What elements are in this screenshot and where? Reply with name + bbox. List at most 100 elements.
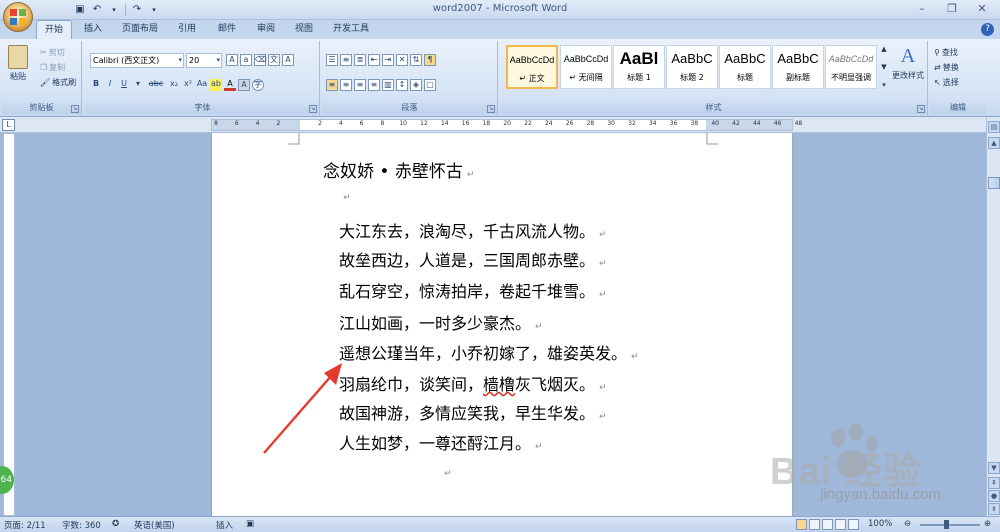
style-subtitle[interactable]: AaBbC 副标题 <box>772 45 824 89</box>
italic-icon[interactable]: I <box>104 79 116 91</box>
numbering-icon[interactable]: ≡ <box>340 54 352 66</box>
line-spacing-icon[interactable]: ↕ <box>396 79 408 91</box>
poem-line[interactable]: 遥想公瑾当年，小乔初嫁了，雄姿英发。 ↵ <box>339 340 639 364</box>
shading-icon[interactable]: ◈ <box>410 79 422 91</box>
enclose-char-icon[interactable]: 字 <box>252 79 264 91</box>
zoom-level[interactable]: 100% <box>868 519 892 529</box>
distribute-icon[interactable]: ▥ <box>382 79 394 91</box>
clipboard-launcher-icon[interactable]: ↘ <box>71 105 79 113</box>
cut-button[interactable]: ✂ 剪切 <box>40 44 65 60</box>
align-center-icon[interactable]: ≡ <box>340 79 352 91</box>
clear-format-icon[interactable]: ⌫ <box>254 54 266 66</box>
more-styles-icon[interactable]: ▾ <box>882 81 886 89</box>
print-layout-icon[interactable] <box>796 519 807 530</box>
scrollbar-thumb[interactable] <box>988 177 1000 189</box>
font-color-icon[interactable]: A <box>224 79 236 91</box>
minimize-button[interactable]: – <box>908 1 936 17</box>
proofing-icon[interactable]: ✪ <box>112 519 119 529</box>
web-layout-icon[interactable] <box>822 519 833 530</box>
style-heading-1[interactable]: AaBl 标题 1 <box>613 45 665 89</box>
style-subtle-emphasis[interactable]: AaBbCcDd 不明显强调 <box>825 45 877 89</box>
grow-font-icon[interactable]: A <box>226 54 238 66</box>
find-button[interactable]: ⚲ 查找 <box>934 44 958 60</box>
bold-icon[interactable]: B <box>90 79 102 91</box>
tab-view[interactable]: 视图 <box>287 20 321 39</box>
scroll-up-icon[interactable]: ▲ <box>881 45 886 53</box>
full-screen-reading-icon[interactable] <box>809 519 820 530</box>
poem-line[interactable]: 故垒西边，人道是，三国周郎赤壁。 ↵ <box>339 247 607 271</box>
increase-indent-icon[interactable]: ⇥ <box>382 54 394 66</box>
tab-home[interactable]: 开始 <box>36 20 73 39</box>
sort-icon[interactable]: ⇅ <box>410 54 422 66</box>
document-title[interactable]: 念奴娇 • 赤壁怀古 ↵ <box>323 157 474 182</box>
tab-page-layout[interactable]: 页面布局 <box>114 20 166 39</box>
poem-line[interactable]: 乱石穿空，惊涛拍岸，卷起千堆雪。 ↵ <box>339 278 607 302</box>
empty-paragraph[interactable]: ↵ <box>440 469 452 479</box>
spell-error-text[interactable]: 樯橹 <box>483 375 515 394</box>
style-title[interactable]: AaBbC 标题 <box>719 45 771 89</box>
multilevel-list-icon[interactable]: ≣ <box>354 54 366 66</box>
phonetic-guide-icon[interactable]: 文 <box>268 54 280 66</box>
zoom-in-icon[interactable]: ⊕ <box>984 519 991 529</box>
borders-icon[interactable]: ▢ <box>424 79 436 91</box>
underline-icon[interactable]: U <box>118 79 130 91</box>
select-button[interactable]: ↖ 选择 <box>934 74 959 90</box>
tab-insert[interactable]: 插入 <box>76 20 110 39</box>
poem-line[interactable]: 江山如画，一时多少豪杰。 ↵ <box>339 310 543 334</box>
format-painter-button[interactable]: 🖌 格式刷 <box>40 74 76 90</box>
style-no-spacing[interactable]: AaBbCcDd ↵ 无间隔 <box>560 45 612 89</box>
style-heading-2[interactable]: AaBbC 标题 2 <box>666 45 718 89</box>
macro-record-icon[interactable]: ▣ <box>246 519 254 529</box>
copy-button[interactable]: ❐ 复制 <box>40 59 65 75</box>
paragraph-launcher-icon[interactable]: ↘ <box>487 105 495 113</box>
font-launcher-icon[interactable]: ↘ <box>309 105 317 113</box>
highlight-icon[interactable]: ab <box>210 79 222 91</box>
styles-launcher-icon[interactable]: ↘ <box>917 105 925 113</box>
language[interactable]: 英语(美国) <box>134 519 175 531</box>
outline-icon[interactable] <box>835 519 846 530</box>
tab-references[interactable]: 引用 <box>170 20 204 39</box>
document-page[interactable]: 念奴娇 • 赤壁怀古 ↵ ↵ 大江东去，浪淘尽，千古风流人物。 ↵ 故垒西边，人道是… <box>211 133 793 516</box>
style-normal[interactable]: AaBbCcDd ↵ 正文 <box>506 45 558 89</box>
view-ruler-icon[interactable]: ▤ <box>988 121 1000 133</box>
paste-button[interactable]: 粘贴 <box>8 45 28 87</box>
superscript-icon[interactable]: x² <box>182 79 194 91</box>
underline-dropdown-icon[interactable]: ▾ <box>132 79 144 91</box>
scroll-down-icon[interactable]: ▼ <box>881 63 886 71</box>
font-size-combo[interactable]: 20 <box>186 53 222 68</box>
office-button[interactable] <box>3 2 33 32</box>
poem-line[interactable]: 羽扇纶巾，谈笑间，樯橹灰飞烟灭。 ↵ <box>339 371 607 395</box>
draft-icon[interactable] <box>848 519 859 530</box>
poem-line[interactable]: 大江东去，浪淘尽，千古风流人物。 ↵ <box>339 218 607 242</box>
help-icon[interactable]: ? <box>981 23 994 36</box>
close-button[interactable]: ✕ <box>968 1 996 17</box>
font-name-combo[interactable]: Calibri (西文正文) <box>90 53 184 68</box>
empty-paragraph[interactable]: ↵ <box>339 193 351 203</box>
align-right-icon[interactable]: ≡ <box>354 79 366 91</box>
replace-button[interactable]: ⇄ 替换 <box>934 59 959 75</box>
bullets-icon[interactable]: ☰ <box>326 54 338 66</box>
tab-review[interactable]: 审阅 <box>249 20 283 39</box>
tab-developer[interactable]: 开发工具 <box>325 20 377 39</box>
word-count[interactable]: 字数: 360 <box>62 519 101 531</box>
tab-selector-icon[interactable]: L <box>2 119 15 131</box>
zoom-slider-knob[interactable] <box>944 520 949 529</box>
align-left-icon[interactable]: ≡ <box>326 79 338 91</box>
shrink-font-icon[interactable]: a <box>240 54 252 66</box>
justify-icon[interactable]: ≡ <box>368 79 380 91</box>
insert-mode[interactable]: 插入 <box>216 519 233 531</box>
chinese-layout-icon[interactable]: ✕ <box>396 54 408 66</box>
subscript-icon[interactable]: x₂ <box>168 79 180 91</box>
scroll-up-icon[interactable]: ▲ <box>988 137 1000 149</box>
restore-button[interactable]: ❐ <box>938 1 966 17</box>
strikethrough-icon[interactable]: abc <box>146 79 166 91</box>
vertical-ruler[interactable] <box>3 133 15 516</box>
tab-mailings[interactable]: 邮件 <box>210 20 244 39</box>
horizontal-ruler[interactable]: 8 6 4 2 2 4 6 8 10 12 14 16 18 20 22 24 26 28 30 32 34 36 38 40… <box>211 119 802 131</box>
decrease-indent-icon[interactable]: ⇤ <box>368 54 380 66</box>
change-styles-button[interactable]: A 更改样式 <box>892 45 924 91</box>
poem-line[interactable]: 人生如梦，一尊还酹江月。 ↵ <box>339 430 543 454</box>
page-count[interactable]: 页面: 2/11 <box>4 519 46 531</box>
char-shading-icon[interactable]: A <box>238 79 250 91</box>
zoom-out-icon[interactable]: ⊖ <box>904 519 911 529</box>
